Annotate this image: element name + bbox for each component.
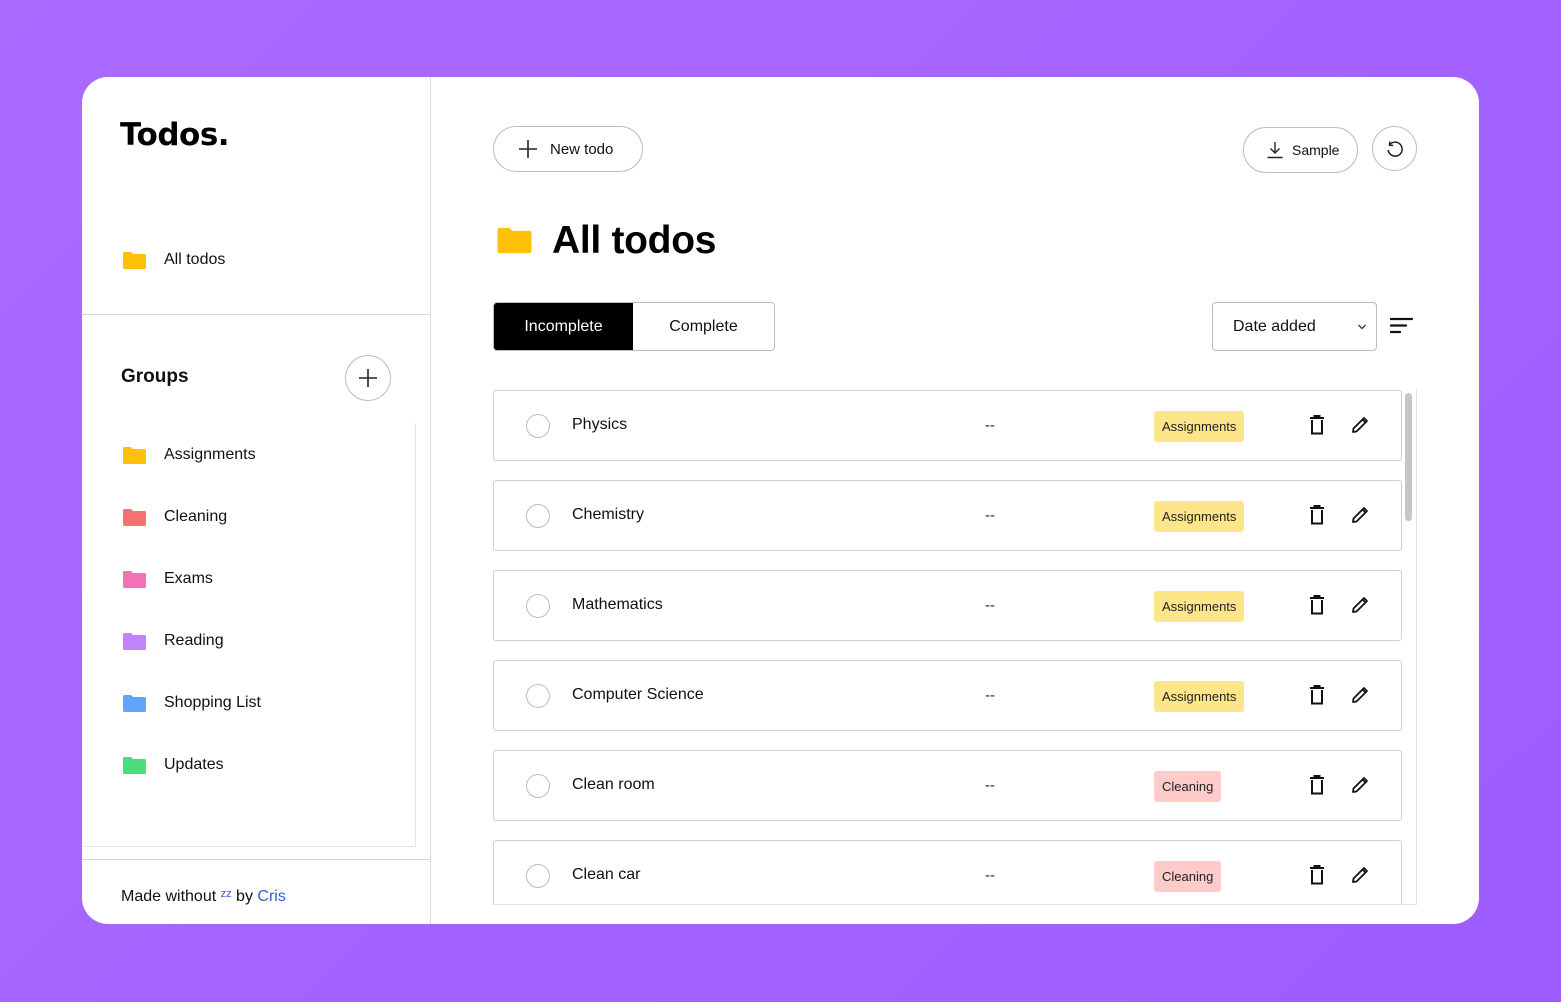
sidebar-item-cleaning[interactable]: Cleaning: [122, 503, 227, 531]
trash-icon[interactable]: [1309, 775, 1325, 795]
app-window: Todos. All todos Groups Assignments Clea…: [82, 77, 1479, 924]
new-todo-label: New todo: [550, 140, 614, 158]
complete-checkbox[interactable]: [526, 684, 550, 708]
sidebar-item-shopping-list[interactable]: Shopping List: [122, 689, 261, 717]
pencil-icon[interactable]: [1350, 505, 1370, 525]
sort-order-icon[interactable]: [1390, 317, 1414, 335]
list-scrollbar[interactable]: [1405, 393, 1412, 521]
todo-row: Clean room -- Cleaning: [493, 750, 1402, 821]
footer-prefix: Made without: [121, 888, 221, 905]
sidebar-item-label: Shopping List: [164, 694, 261, 711]
sidebar-item-all-todos[interactable]: All todos: [122, 246, 225, 274]
todo-list[interactable]: Physics -- Assignments Chemistry -- Assi…: [493, 389, 1417, 905]
todo-date: --: [985, 417, 995, 434]
pencil-icon[interactable]: [1350, 685, 1370, 705]
pencil-icon[interactable]: [1350, 415, 1370, 435]
divider: [82, 314, 430, 315]
sidebar-item-updates[interactable]: Updates: [122, 751, 224, 779]
group-badge: Cleaning: [1154, 861, 1222, 892]
todo-row: Computer Science -- Assignments: [493, 660, 1402, 731]
folder-icon: [122, 446, 147, 465]
app-logo: Todos.: [120, 117, 230, 153]
folder-icon: [122, 694, 147, 713]
trash-icon[interactable]: [1309, 415, 1325, 435]
group-badge: Assignments: [1154, 591, 1245, 622]
sidebar-item-label: All todos: [164, 251, 226, 268]
plus-icon: [519, 140, 537, 158]
folder-icon: [122, 570, 147, 589]
chevron-down-icon: [1358, 324, 1366, 330]
complete-checkbox[interactable]: [526, 594, 550, 618]
todo-title: Chemistry: [572, 506, 645, 523]
footer-credit: Made without zz by Cris: [121, 888, 286, 906]
add-group-button[interactable]: [345, 355, 391, 401]
todo-title: Clean room: [572, 776, 655, 793]
footer-middle: by: [231, 888, 258, 905]
sample-label: Sample: [1292, 142, 1340, 158]
todo-title: Mathematics: [572, 596, 663, 613]
sidebar-item-label: Updates: [164, 756, 224, 773]
todo-date: --: [985, 597, 995, 614]
todo-date: --: [985, 507, 995, 524]
todo-row: Physics -- Assignments: [493, 390, 1402, 461]
sort-select-value: Date added: [1233, 317, 1316, 335]
todo-title: Clean car: [572, 866, 641, 883]
sidebar-item-exams[interactable]: Exams: [122, 565, 213, 593]
group-badge: Assignments: [1154, 681, 1245, 712]
complete-checkbox[interactable]: [526, 774, 550, 798]
sort-select[interactable]: Date added: [1212, 302, 1377, 351]
folder-icon: [122, 508, 147, 527]
new-todo-button[interactable]: New todo: [493, 126, 643, 172]
group-badge: Cleaning: [1154, 771, 1222, 802]
todo-row: Chemistry -- Assignments: [493, 480, 1402, 551]
sidebar-item-label: Assignments: [164, 446, 256, 463]
tab-incomplete[interactable]: Incomplete: [494, 303, 633, 350]
sleep-icon: zz: [220, 888, 232, 900]
refresh-icon: [1386, 140, 1403, 157]
todo-date: --: [985, 777, 995, 794]
complete-checkbox[interactable]: [526, 414, 550, 438]
sample-button[interactable]: Sample: [1243, 127, 1358, 173]
folder-icon: [496, 226, 533, 260]
pencil-icon[interactable]: [1350, 595, 1370, 615]
complete-checkbox[interactable]: [526, 504, 550, 528]
todo-title: Computer Science: [572, 686, 704, 703]
todo-row: Mathematics -- Assignments: [493, 570, 1402, 641]
author-link[interactable]: Cris: [257, 888, 285, 905]
pencil-icon[interactable]: [1350, 775, 1370, 795]
groups-heading: Groups: [121, 366, 189, 387]
sidebar-item-label: Cleaning: [164, 508, 228, 525]
todo-title: Physics: [572, 416, 628, 433]
trash-icon[interactable]: [1309, 685, 1325, 705]
download-icon: [1267, 142, 1283, 159]
sidebar-item-label: Exams: [164, 570, 213, 587]
group-badge: Assignments: [1154, 411, 1245, 442]
tab-complete[interactable]: Complete: [633, 303, 774, 350]
status-tabs: Incomplete Complete: [493, 302, 775, 351]
todo-date: --: [985, 867, 995, 884]
sidebar: Todos. All todos Groups Assignments Clea…: [82, 77, 431, 924]
folder-icon: [122, 756, 147, 775]
complete-checkbox[interactable]: [526, 864, 550, 888]
plus-icon: [359, 369, 377, 387]
page-title: All todos: [552, 219, 717, 262]
sidebar-item-reading[interactable]: Reading: [122, 627, 224, 655]
refresh-button[interactable]: [1372, 126, 1417, 171]
sidebar-item-label: Reading: [164, 632, 224, 649]
sidebar-item-assignments[interactable]: Assignments: [122, 441, 256, 469]
trash-icon[interactable]: [1309, 595, 1325, 615]
todo-row: Clean car -- Cleaning: [493, 840, 1402, 904]
todo-date: --: [985, 687, 995, 704]
trash-icon[interactable]: [1309, 505, 1325, 525]
divider: [82, 859, 430, 860]
folder-icon: [122, 251, 147, 270]
trash-icon[interactable]: [1309, 865, 1325, 885]
pencil-icon[interactable]: [1350, 865, 1370, 885]
folder-icon: [122, 632, 147, 651]
group-badge: Assignments: [1154, 501, 1245, 532]
